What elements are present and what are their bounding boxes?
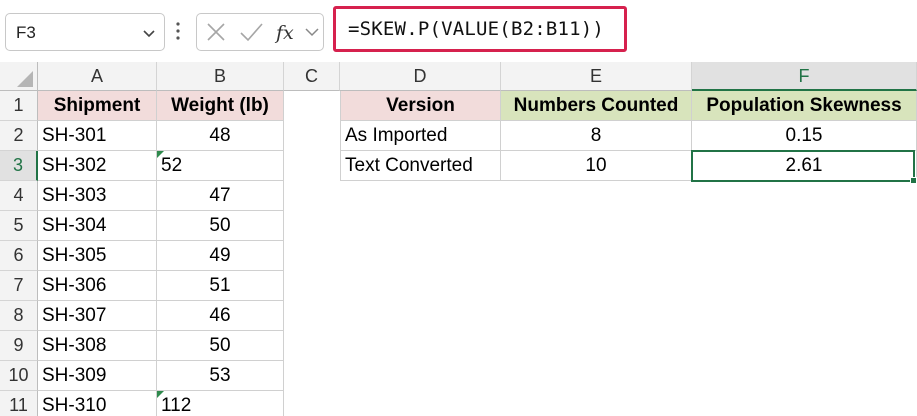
cell-f2[interactable]: 0.15	[692, 121, 917, 151]
column-header-a[interactable]: A	[38, 62, 157, 91]
name-box-value: F3	[16, 23, 36, 42]
cell-e3[interactable]: 10	[501, 151, 692, 181]
cell-b3-value: 52	[161, 155, 183, 176]
spreadsheet-grid: A B C D E F 1 2 3 4 5 6 7 8 9 10 11 Ship…	[0, 62, 917, 416]
row-header-8[interactable]: 8	[0, 301, 38, 331]
column-header-f[interactable]: F	[692, 62, 917, 91]
cell-a1[interactable]: Shipment	[38, 91, 157, 121]
active-cell-border	[691, 150, 915, 182]
row-header-6[interactable]: 6	[0, 241, 38, 271]
cell-b7[interactable]: 51	[157, 271, 284, 301]
cell-a3[interactable]: SH-302	[38, 151, 157, 181]
formula-bar: F3 fx =SKEW.P(VALUE(B2:B11))	[0, 0, 917, 62]
text-number-warning-icon	[157, 151, 164, 158]
row-header-10[interactable]: 10	[0, 361, 38, 391]
more-options-icon[interactable]	[175, 20, 181, 42]
check-icon[interactable]	[235, 14, 267, 50]
row-header-9[interactable]: 9	[0, 331, 38, 361]
formula-input[interactable]: =SKEW.P(VALUE(B2:B11))	[333, 6, 627, 52]
cell-a6[interactable]: SH-305	[38, 241, 157, 271]
cell-d2[interactable]: As Imported	[340, 121, 501, 151]
chevron-down-icon[interactable]	[142, 26, 156, 40]
column-header-c[interactable]: C	[284, 62, 340, 91]
cell-a11[interactable]: SH-310	[38, 391, 157, 416]
cell-e2[interactable]: 8	[501, 121, 692, 151]
row-header-5[interactable]: 5	[0, 211, 38, 241]
row-header-1[interactable]: 1	[0, 91, 38, 121]
cell-a9[interactable]: SH-308	[38, 331, 157, 361]
cell-b2[interactable]: 48	[157, 121, 284, 151]
cell-b3[interactable]: 52	[157, 151, 284, 181]
row-header-7[interactable]: 7	[0, 271, 38, 301]
formula-text: =SKEW.P(VALUE(B2:B11))	[348, 18, 605, 40]
cell-b6[interactable]: 49	[157, 241, 284, 271]
cell-b8[interactable]: 46	[157, 301, 284, 331]
cell-b1[interactable]: Weight (lb)	[157, 91, 284, 121]
row-header-11[interactable]: 11	[0, 391, 38, 416]
cell-a8[interactable]: SH-307	[38, 301, 157, 331]
cell-a5[interactable]: SH-304	[38, 211, 157, 241]
cell-a2[interactable]: SH-301	[38, 121, 157, 151]
cell-b5[interactable]: 50	[157, 211, 284, 241]
fill-handle[interactable]	[910, 177, 917, 184]
column-header-b[interactable]: B	[157, 62, 284, 91]
cell-b9[interactable]: 50	[157, 331, 284, 361]
x-icon[interactable]	[201, 14, 231, 50]
cell-a10[interactable]: SH-309	[38, 361, 157, 391]
cell-e1[interactable]: Numbers Counted	[501, 91, 692, 121]
cell-d3[interactable]: Text Converted	[340, 151, 501, 181]
formula-buttons: fx	[196, 13, 324, 51]
cell-a7[interactable]: SH-306	[38, 271, 157, 301]
row-header-4[interactable]: 4	[0, 181, 38, 211]
cell-d1[interactable]: Version	[340, 91, 501, 121]
row-header-2[interactable]: 2	[0, 121, 38, 151]
select-all-corner[interactable]	[0, 62, 38, 91]
text-number-warning-icon	[157, 391, 164, 398]
cell-f1[interactable]: Population Skewness	[692, 91, 917, 121]
column-header-d[interactable]: D	[340, 62, 501, 91]
cell-b11-value: 112	[161, 395, 192, 416]
select-all-triangle-icon	[17, 71, 33, 87]
cell-b11[interactable]: 112	[157, 391, 284, 416]
cell-b10[interactable]: 53	[157, 361, 284, 391]
name-box[interactable]: F3	[5, 13, 165, 51]
row-header-3[interactable]: 3	[0, 151, 38, 181]
cell-a4[interactable]: SH-303	[38, 181, 157, 211]
svg-text:fx: fx	[274, 22, 294, 44]
fx-icon[interactable]: fx	[273, 14, 301, 50]
cell-b4[interactable]: 47	[157, 181, 284, 211]
chevron-down-icon[interactable]	[303, 14, 321, 50]
column-header-e[interactable]: E	[501, 62, 692, 91]
